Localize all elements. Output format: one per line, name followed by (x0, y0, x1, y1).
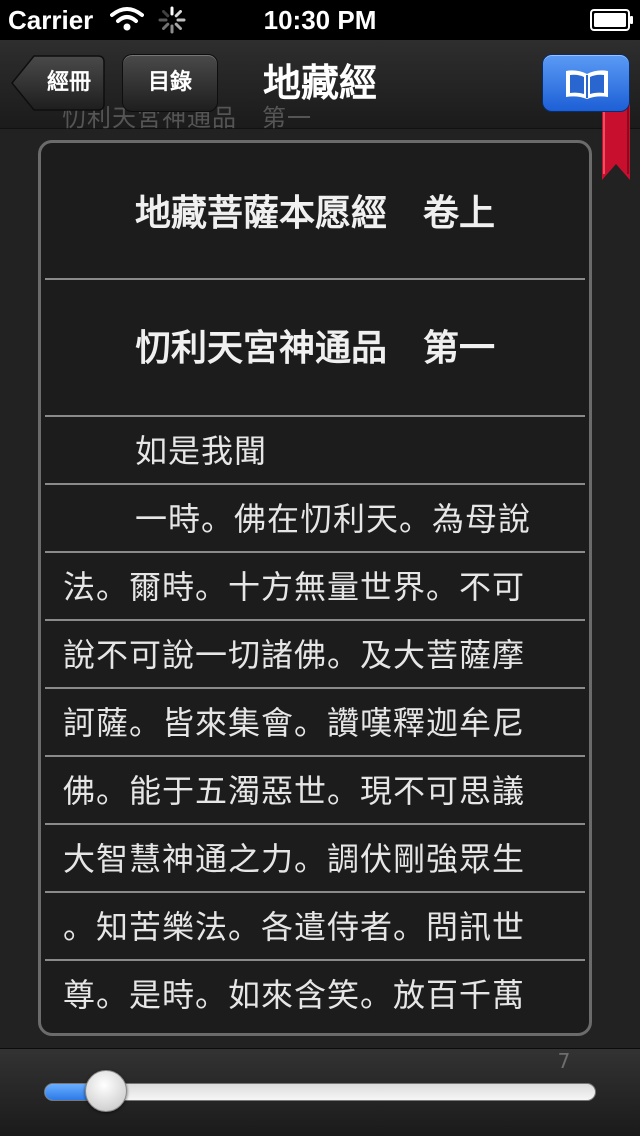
text-line: 訶薩。皆來集會。讚嘆釋迦牟尼 (45, 689, 585, 757)
text-line: 。知苦樂法。各遣侍者。問訊世 (45, 893, 585, 961)
bookmarks-button[interactable] (542, 54, 630, 112)
text-line: 尊。是時。如來含笑。放百千萬 (63, 976, 526, 1014)
screen: Carrier 10:30 PM 忉利天宮神通品 第一 經冊 目錄 地藏經 地藏… (0, 0, 640, 1136)
clock: 10:30 PM (263, 5, 377, 35)
chapter-title: 忉利天宮神通品 第一 (45, 280, 585, 417)
text-panel[interactable]: 地藏菩薩本愿經 卷上 忉利天宮神通品 第一 如是我聞 一時。佛在忉利天。為母說 … (38, 140, 592, 1036)
book-icon (566, 70, 608, 99)
page-number: 7 (557, 1049, 571, 1073)
page-slider-track[interactable] (44, 1083, 596, 1101)
text-line: 大智慧神通之力。調伏剛強眾生 (45, 825, 585, 893)
book-title: 地藏菩薩本愿經 卷上 (45, 147, 585, 280)
text-line: 一時。佛在忉利天。為母說 (45, 485, 585, 553)
back-button-label: 經冊 (46, 70, 91, 95)
bookmark-ribbon-icon[interactable] (600, 100, 632, 182)
status-bar: Carrier 10:30 PM (0, 0, 640, 40)
text-panel-inner: 地藏菩薩本愿經 卷上 忉利天宮神通品 第一 如是我聞 一時。佛在忉利天。為母說 … (45, 147, 585, 1029)
battery-icon (590, 9, 633, 31)
text-line: 如是我聞 (45, 417, 585, 485)
page-title: 地藏經 (262, 61, 377, 105)
page-slider-thumb[interactable] (84, 1070, 127, 1112)
text-line: 法。爾時。十方無量世界。不可 (45, 553, 585, 621)
text-line: 佛。能于五濁惡世。現不可思議 (45, 757, 585, 825)
text-line: 說不可說一切諸佛。及大菩薩摩 (45, 621, 585, 689)
back-button[interactable]: 經冊 (10, 54, 106, 112)
contents-button[interactable]: 目錄 (122, 54, 218, 112)
